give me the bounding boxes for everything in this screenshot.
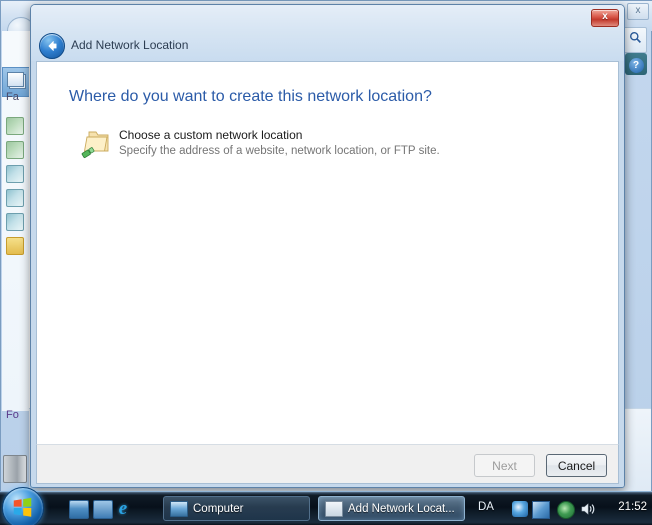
close-button[interactable]: x	[591, 9, 619, 27]
windows-cube-icon[interactable]	[532, 501, 550, 519]
dialog-footer: Next Cancel	[36, 444, 619, 484]
background-navigation-pane[interactable]: Fa Fo	[2, 31, 32, 421]
close-icon: x	[602, 11, 608, 22]
stack-windows-icon	[7, 72, 24, 87]
library-icon-4[interactable]	[6, 189, 24, 207]
library-icon-5[interactable]	[6, 213, 24, 231]
switch-windows-icon[interactable]	[93, 500, 113, 519]
next-button[interactable]: Next	[474, 454, 535, 477]
background-search-icon[interactable]	[623, 27, 647, 53]
option-title: Choose a custom network location	[119, 128, 303, 142]
option-text-block: Choose a custom network location Specify…	[119, 127, 440, 159]
swirl-icon[interactable]	[512, 501, 528, 517]
option-custom-network-location[interactable]: Choose a custom network location Specify…	[79, 124, 507, 163]
search-glyph-icon	[629, 32, 641, 43]
taskbar-clock[interactable]: 21:52	[618, 501, 647, 513]
background-nav-favorites-label: Fa	[6, 91, 19, 103]
network-globe-icon[interactable]	[557, 501, 575, 519]
computer-icon	[170, 500, 188, 517]
page-title: Where do you want to create this network…	[69, 88, 432, 105]
taskbar-button-computer[interactable]: Computer	[163, 496, 310, 521]
window-icon	[325, 500, 343, 517]
taskbar-button-add-network-location[interactable]: Add Network Locat...	[318, 496, 465, 521]
volume-speaker-icon[interactable]	[580, 501, 596, 517]
dialog-titlebar: Add Network Location x	[31, 5, 624, 61]
taskbar-button-computer-label: Computer	[193, 502, 244, 515]
background-help-button[interactable]: ?	[625, 53, 647, 75]
taskbar[interactable]: e Computer Add Network Locat... DA 21:52	[0, 487, 652, 525]
desktop-screen: x ? Fa Fo ▲ ▼	[0, 0, 652, 525]
back-arrow-icon	[48, 41, 57, 51]
network-folder-icon	[81, 127, 113, 159]
taskbar-button-add-network-location-label: Add Network Locat...	[348, 502, 455, 515]
background-close-button[interactable]: x	[627, 3, 649, 20]
add-network-location-dialog[interactable]: Add Network Location x Where do you want…	[30, 4, 625, 488]
cancel-button[interactable]: Cancel	[546, 454, 607, 477]
hard-drive-icon	[3, 455, 27, 483]
internet-explorer-icon[interactable]: e	[114, 499, 132, 518]
dialog-title: Add Network Location	[71, 38, 189, 52]
show-desktop-icon[interactable]	[69, 500, 89, 519]
library-icon-3[interactable]	[6, 165, 24, 183]
language-indicator[interactable]: DA	[478, 501, 494, 513]
help-question-icon: ?	[628, 58, 644, 73]
speaker-glyph-icon	[581, 503, 595, 515]
folder-icon-1[interactable]	[6, 237, 24, 255]
windows-logo-icon	[13, 497, 32, 517]
back-button[interactable]	[39, 33, 65, 59]
library-icon-2[interactable]	[6, 141, 24, 159]
background-nav-folders-label: Fo	[6, 409, 19, 421]
network-folder-glyph-icon	[81, 131, 109, 158]
start-button-icon[interactable]	[2, 487, 44, 525]
library-icon-1[interactable]	[6, 117, 24, 135]
option-subtitle: Specify the address of a website, networ…	[119, 145, 440, 157]
dialog-body: Where do you want to create this network…	[36, 61, 619, 444]
